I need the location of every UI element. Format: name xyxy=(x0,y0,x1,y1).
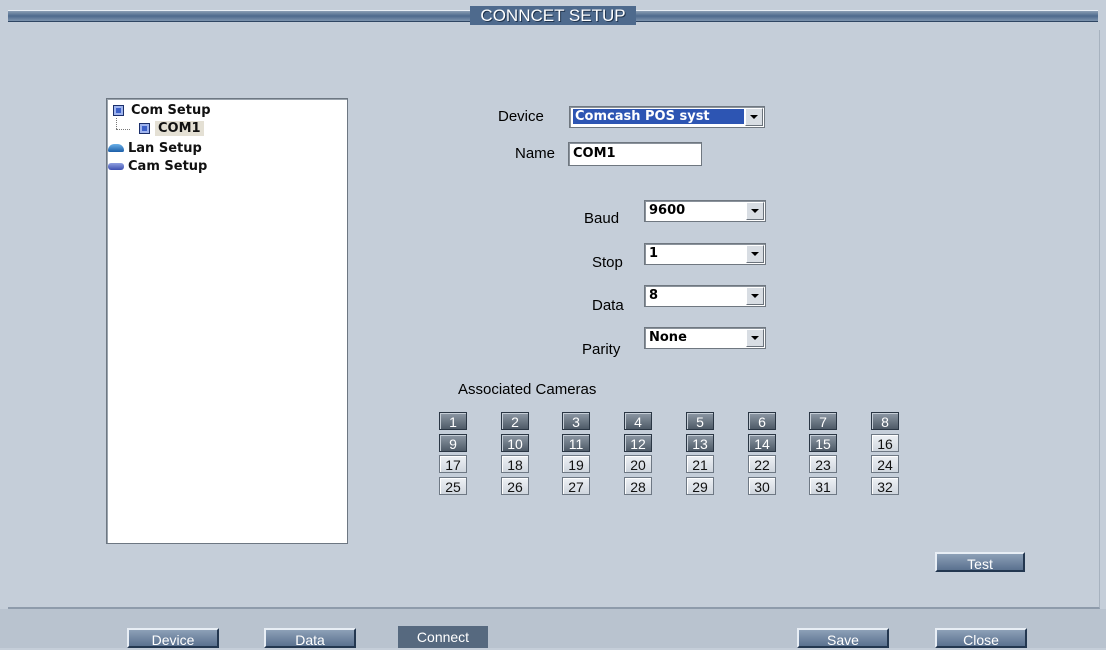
title-bar: CONNCET SETUP xyxy=(0,0,1106,30)
camera-button[interactable]: 30 xyxy=(748,477,776,495)
device-select[interactable]: Comcash POS syst xyxy=(569,106,765,128)
name-field[interactable]: COM1 xyxy=(568,142,702,166)
tree-connector xyxy=(116,129,130,130)
window-title-text: CONNCET SETUP xyxy=(470,6,636,25)
data-select[interactable]: 8 xyxy=(644,285,766,307)
com-port-icon xyxy=(139,122,150,134)
camera-button[interactable]: 18 xyxy=(501,455,529,473)
camera-button[interactable]: 13 xyxy=(686,434,714,452)
stop-select[interactable]: 1 xyxy=(644,243,766,265)
stop-select-value: 1 xyxy=(649,246,659,261)
baud-label: Baud xyxy=(584,210,620,227)
window-title: CONNCET SETUP xyxy=(0,6,1106,26)
data-label: Data xyxy=(592,297,624,314)
tree-item-label: Cam Setup xyxy=(128,158,208,174)
save-button[interactable]: Save xyxy=(797,628,889,648)
parity-select[interactable]: None xyxy=(644,327,766,349)
camera-button[interactable]: 12 xyxy=(624,434,652,452)
test-button[interactable]: Test xyxy=(935,552,1025,572)
camera-button[interactable]: 11 xyxy=(562,434,590,452)
device-select-value: Comcash POS syst xyxy=(573,109,744,124)
name-label: Name xyxy=(515,145,556,162)
connect-button[interactable]: Connect xyxy=(398,626,488,648)
camera-button[interactable]: 19 xyxy=(562,455,590,473)
camera-button[interactable]: 2 xyxy=(501,412,529,430)
camera-button[interactable]: 29 xyxy=(686,477,714,495)
data-select-value: 8 xyxy=(649,288,659,303)
chevron-down-icon[interactable] xyxy=(746,245,764,263)
chevron-down-icon[interactable] xyxy=(746,329,764,347)
camera-button[interactable]: 7 xyxy=(809,412,837,430)
tree-item-cam-setup[interactable]: Cam Setup xyxy=(108,157,207,175)
camera-button[interactable]: 23 xyxy=(809,455,837,473)
name-field-value: COM1 xyxy=(573,146,616,161)
camera-button[interactable]: 3 xyxy=(562,412,590,430)
camera-button[interactable]: 17 xyxy=(439,455,467,473)
camera-button[interactable]: 24 xyxy=(871,455,899,473)
camera-button[interactable]: 25 xyxy=(439,477,467,495)
camera-button[interactable]: 16 xyxy=(871,434,899,452)
tree-item-label: Com Setup xyxy=(131,102,211,118)
camera-button[interactable]: 6 xyxy=(748,412,776,430)
baud-select[interactable]: 9600 xyxy=(644,200,766,222)
tree-item-com1[interactable]: COM1 xyxy=(139,119,204,137)
camera-button[interactable]: 26 xyxy=(501,477,529,495)
camera-button[interactable]: 22 xyxy=(748,455,776,473)
tree-item-com-setup[interactable]: Com Setup xyxy=(113,101,211,119)
camera-button[interactable]: 15 xyxy=(809,434,837,452)
camera-button[interactable]: 27 xyxy=(562,477,590,495)
camera-button[interactable]: 4 xyxy=(624,412,652,430)
stop-label: Stop xyxy=(592,254,623,271)
camera-button[interactable]: 1 xyxy=(439,412,467,430)
camera-button[interactable]: 28 xyxy=(624,477,652,495)
camera-button[interactable]: 8 xyxy=(871,412,899,430)
associated-cameras-title: Associated Cameras xyxy=(458,381,597,398)
parity-select-value: None xyxy=(649,330,687,345)
camera-button[interactable]: 32 xyxy=(871,477,899,495)
camera-icon xyxy=(108,162,124,170)
settings-tree[interactable]: Com Setup COM1 Lan Setup Cam Setup xyxy=(106,98,348,544)
chevron-down-icon[interactable] xyxy=(746,202,764,220)
camera-button[interactable]: 9 xyxy=(439,434,467,452)
camera-button[interactable]: 20 xyxy=(624,455,652,473)
parity-label: Parity xyxy=(582,341,621,358)
data-button[interactable]: Data xyxy=(264,628,356,648)
network-icon xyxy=(108,144,124,152)
device-button[interactable]: Device xyxy=(127,628,219,648)
tree-item-label: Lan Setup xyxy=(128,140,202,156)
tree-item-label: COM1 xyxy=(155,120,204,136)
camera-button[interactable]: 10 xyxy=(501,434,529,452)
device-label: Device xyxy=(498,108,544,125)
camera-button[interactable]: 21 xyxy=(686,455,714,473)
chevron-down-icon[interactable] xyxy=(746,287,764,305)
camera-button[interactable]: 31 xyxy=(809,477,837,495)
camera-button[interactable]: 14 xyxy=(748,434,776,452)
tree-item-lan-setup[interactable]: Lan Setup xyxy=(108,139,202,157)
close-button[interactable]: Close xyxy=(935,628,1027,648)
tree-connector xyxy=(116,118,117,129)
baud-select-value: 9600 xyxy=(649,203,686,218)
chevron-down-icon[interactable] xyxy=(745,108,763,126)
camera-button[interactable]: 5 xyxy=(686,412,714,430)
com-port-icon xyxy=(113,104,124,116)
